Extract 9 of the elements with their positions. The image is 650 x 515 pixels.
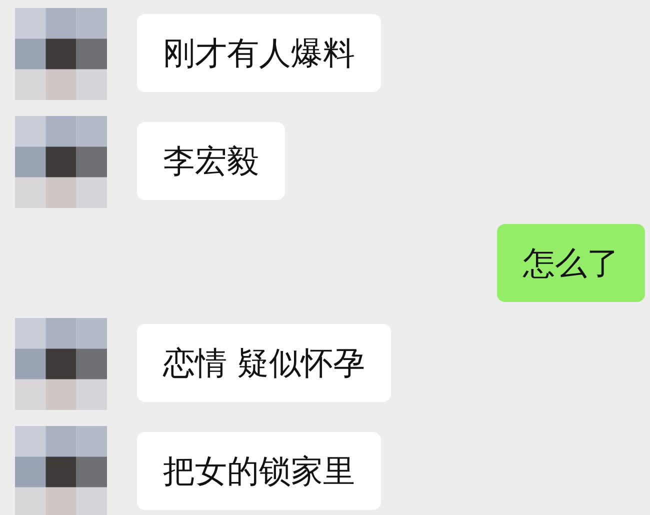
message-bubble: 怎么了 (497, 224, 645, 302)
avatar-icon[interactable] (15, 116, 107, 208)
avatar-icon[interactable] (15, 8, 107, 100)
message-bubble: 恋情 疑似怀孕 (137, 324, 392, 402)
avatar-icon[interactable] (15, 426, 107, 515)
avatar-icon[interactable] (15, 318, 107, 410)
message-bubble: 李宏毅 (137, 122, 285, 200)
message-bubble: 刚才有人爆料 (137, 14, 381, 92)
message-bubble: 把女的锁家里 (137, 432, 381, 510)
